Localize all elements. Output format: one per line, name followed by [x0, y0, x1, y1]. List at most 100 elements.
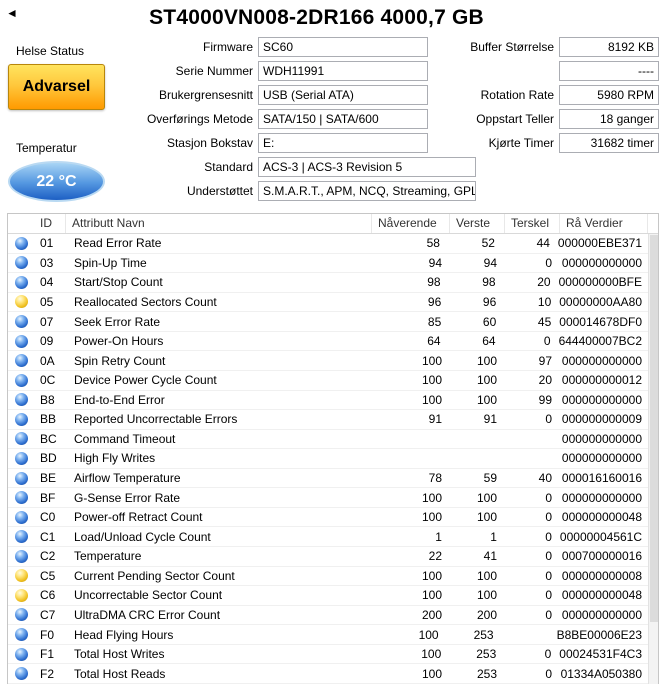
status-dot: [14, 667, 28, 681]
col-attribute-name[interactable]: Attributt Navn: [66, 214, 372, 233]
table-row[interactable]: BE Airflow Temperature 78 59 40 00001616…: [8, 469, 658, 489]
drive-title: ST4000VN008-2DR166 4000,7 GB: [149, 6, 484, 29]
col-worst[interactable]: Verste: [450, 214, 505, 233]
attr-threshold: 44: [536, 236, 550, 251]
col-status[interactable]: [8, 214, 34, 233]
attr-current: 100: [421, 568, 442, 583]
attr-raw: 000016160016: [561, 471, 642, 486]
table-row[interactable]: F0 Head Flying Hours 100 253 B8BE00006E2…: [8, 625, 658, 645]
attr-current: 96: [427, 294, 442, 309]
attr-name: Reallocated Sectors Count: [74, 294, 217, 309]
col-raw-values[interactable]: Rå Verdier: [560, 214, 648, 233]
smart-attribute-table: ID Attributt Navn Nåverende Verste Tersk…: [7, 213, 659, 684]
attr-raw: 000000000000: [561, 490, 642, 505]
attr-threshold: 0: [545, 529, 552, 544]
table-row[interactable]: 04 Start/Stop Count 98 98 20 000000000BF…: [8, 273, 658, 293]
attr-id: C0: [40, 510, 56, 525]
table-row[interactable]: C0 Power-off Retract Count 100 100 0 000…: [8, 508, 658, 528]
table-row[interactable]: BF G-Sense Error Rate 100 100 0 00000000…: [8, 488, 658, 508]
attr-current: 100: [421, 666, 442, 681]
table-row[interactable]: B8 End-to-End Error 100 100 99 000000000…: [8, 391, 658, 411]
attr-threshold: 0: [545, 490, 552, 505]
status-dot: [14, 569, 28, 583]
interface-label: Brukergrensesnitt: [158, 88, 253, 102]
table-row[interactable]: 03 Spin-Up Time 94 94 0 000000000000: [8, 254, 658, 274]
attr-name: Seek Error Rate: [74, 314, 161, 329]
attr-worst: 100: [476, 568, 497, 583]
attr-worst: 1: [490, 529, 497, 544]
table-row[interactable]: C2 Temperature 22 41 0 000700000016: [8, 547, 658, 567]
attr-name: End-to-End Error: [74, 392, 165, 407]
attr-name: Spin-Up Time: [74, 255, 147, 270]
attr-current: 1: [435, 529, 442, 544]
attr-raw: 000000000012: [561, 373, 642, 388]
table-row[interactable]: 05 Reallocated Sectors Count 96 96 10 00…: [8, 293, 658, 313]
scrollbar-thumb[interactable]: [650, 235, 658, 622]
attr-threshold: 45: [537, 314, 552, 329]
table-row[interactable]: C1 Load/Unload Cycle Count 1 1 0 0000000…: [8, 527, 658, 547]
attr-id: 03: [40, 255, 54, 270]
table-row[interactable]: 0C Device Power Cycle Count 100 100 20 0…: [8, 371, 658, 391]
status-dot: [14, 275, 28, 289]
attr-name: Current Pending Sector Count: [74, 568, 235, 583]
table-row[interactable]: BB Reported Uncorrectable Errors 91 91 0…: [8, 410, 658, 430]
attr-id: C1: [40, 529, 56, 544]
attr-raw: 00000000AA80: [559, 294, 642, 309]
col-id[interactable]: ID: [34, 214, 66, 233]
table-row[interactable]: BD High Fly Writes 000000000000: [8, 449, 658, 469]
attr-name: Power-On Hours: [74, 334, 164, 349]
transfer-mode-value: SATA/150 | SATA/600: [258, 109, 428, 129]
interface-value: USB (Serial ATA): [258, 85, 428, 105]
col-threshold[interactable]: Terskel: [505, 214, 560, 233]
attr-threshold: 20: [537, 275, 551, 290]
attr-raw: 00000004561C: [559, 529, 642, 544]
attr-raw: 000000000009: [561, 412, 642, 427]
power-on-hours-label: Kjørte Timer: [488, 136, 554, 150]
table-row[interactable]: F1 Total Host Writes 100 253 0 00024531F…: [8, 645, 658, 665]
attr-raw: 01334A050380: [560, 666, 642, 681]
table-row[interactable]: 01 Read Error Rate 58 52 44 000000EBE371: [8, 234, 658, 254]
vertical-scrollbar[interactable]: [648, 234, 658, 684]
attr-raw: 000000000048: [561, 588, 642, 603]
attr-id: B8: [40, 392, 55, 407]
attr-raw: 000700000016: [561, 549, 642, 564]
attr-current: 200: [421, 607, 442, 622]
attr-raw: 644400007BC2: [558, 334, 642, 349]
table-row[interactable]: F2 Total Host Reads 100 253 0 01334A0503…: [8, 664, 658, 684]
rotation-rate-label: Rotation Rate: [480, 88, 554, 102]
attr-id: BF: [40, 490, 56, 505]
attr-worst: 253: [473, 627, 494, 642]
attr-id: 04: [40, 275, 54, 290]
attr-threshold: 0: [545, 255, 552, 270]
status-dot: [14, 608, 28, 622]
col-current[interactable]: Nåverende: [372, 214, 450, 233]
attr-worst: 100: [476, 353, 497, 368]
attr-raw: 000014678DF0: [559, 314, 642, 329]
table-row[interactable]: C5 Current Pending Sector Count 100 100 …: [8, 567, 658, 587]
attr-current: 22: [428, 549, 442, 564]
attr-id: C6: [40, 588, 56, 603]
attr-current: 98: [427, 275, 441, 290]
attr-threshold: 0: [545, 568, 552, 583]
unknown-value: ----: [559, 61, 659, 81]
attr-current: 100: [421, 392, 442, 407]
table-row[interactable]: C6 Uncorrectable Sector Count 100 100 0 …: [8, 586, 658, 606]
attr-name: Device Power Cycle Count: [74, 373, 217, 388]
attr-worst: 100: [476, 588, 497, 603]
table-row[interactable]: 0A Spin Retry Count 100 100 97 000000000…: [8, 351, 658, 371]
attr-worst: 253: [476, 666, 497, 681]
attr-id: C7: [40, 607, 56, 622]
status-dot: [14, 628, 28, 642]
table-row[interactable]: 07 Seek Error Rate 85 60 45 000014678DF0: [8, 312, 658, 332]
attr-current: 100: [421, 647, 442, 662]
table-row[interactable]: BC Command Timeout 000000000000: [8, 430, 658, 450]
attr-name: Power-off Retract Count: [74, 510, 203, 525]
features-label: Understøttet: [186, 184, 253, 198]
buffer-size-label: Buffer Størrelse: [470, 40, 554, 54]
status-dot: [14, 451, 28, 465]
status-dot: [14, 334, 28, 348]
attr-raw: 000000000000: [561, 392, 642, 407]
table-row[interactable]: 09 Power-On Hours 64 64 0 644400007BC2: [8, 332, 658, 352]
table-row[interactable]: C7 UltraDMA CRC Error Count 200 200 0 00…: [8, 606, 658, 626]
attr-name: Head Flying Hours: [74, 627, 174, 642]
